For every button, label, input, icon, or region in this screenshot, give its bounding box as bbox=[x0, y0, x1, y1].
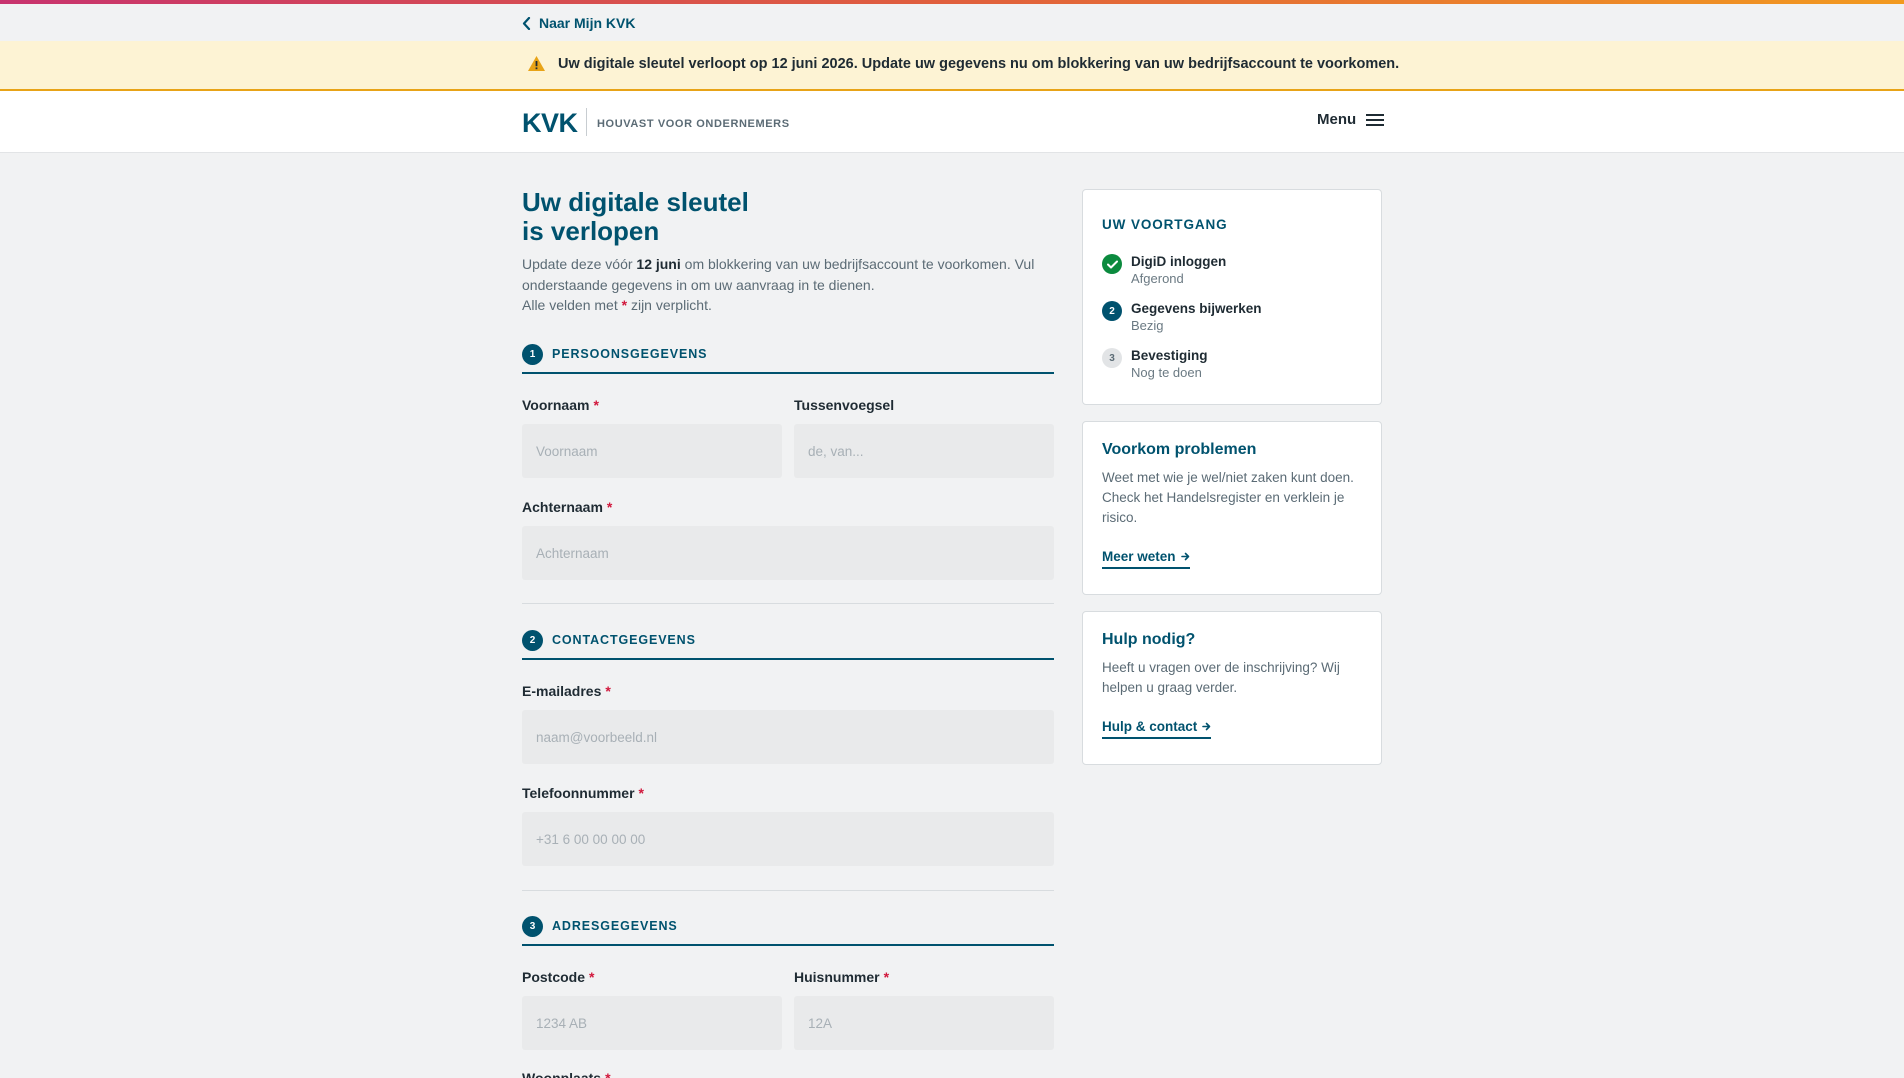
site-header: KVK HOUVAST VOOR ONDERNEMERS Menu bbox=[0, 91, 1904, 153]
header-tagline: HOUVAST VOOR ONDERNEMERS bbox=[597, 118, 790, 130]
check-icon bbox=[1106, 260, 1118, 268]
arrow-right-icon bbox=[1202, 722, 1211, 731]
woonplaats-label: Woonplaats * bbox=[522, 1070, 611, 1078]
achternaam-label: Achternaam * bbox=[522, 499, 612, 515]
link-label: Meer weten bbox=[1102, 549, 1176, 564]
email-label: E-mailadres * bbox=[522, 683, 611, 699]
telefoon-label-text: Telefoonnummer bbox=[522, 785, 635, 801]
section-divider bbox=[522, 603, 1054, 604]
achternaam-label-text: Achternaam bbox=[522, 499, 603, 515]
achternaam-input[interactable] bbox=[522, 526, 1054, 580]
alert-text-end: . Update uw gegevens nu om blokkering va… bbox=[853, 55, 1400, 72]
card-title: Hulp nodig? bbox=[1102, 631, 1196, 648]
section-title: PERSOONSGEGEVENS bbox=[552, 347, 708, 361]
logo-divider bbox=[586, 108, 587, 136]
hamburger-icon bbox=[1366, 113, 1385, 126]
section-title: ADRESGEGEVENS bbox=[552, 919, 678, 933]
alert-text: Uw digitale sleutel verloopt op 12 juni … bbox=[558, 56, 1399, 72]
postcode-label: Postcode * bbox=[522, 969, 594, 985]
woonplaats-label-text: Woonplaats bbox=[522, 1070, 602, 1078]
progress-step-bevestiging: 3 Bevestiging Nog te doen bbox=[1102, 347, 1208, 381]
meer-weten-link[interactable]: Meer weten bbox=[1102, 549, 1190, 569]
tussenvoegsel-label: Tussenvoegsel bbox=[794, 397, 895, 413]
huisnummer-input[interactable] bbox=[794, 996, 1054, 1050]
huisnummer-label-text: Huisnummer bbox=[794, 969, 880, 985]
voornaam-label: Voornaam * bbox=[522, 397, 599, 413]
menu-button[interactable]: Menu bbox=[1317, 111, 1385, 128]
menu-label: Menu bbox=[1317, 111, 1357, 128]
required-marker: * bbox=[605, 1070, 611, 1078]
tussenvoegsel-input[interactable] bbox=[794, 424, 1054, 478]
top-navigation-bar: Naar Mijn KVK bbox=[0, 4, 1904, 41]
required-marker: * bbox=[606, 499, 613, 515]
step-status: Nog te doen bbox=[1131, 365, 1202, 380]
step-status: Afgerond bbox=[1131, 271, 1184, 286]
required-marker: * bbox=[638, 785, 644, 801]
step-name: DigiD inloggen bbox=[1131, 254, 1227, 269]
section-contactgegevens: 2 CONTACTGEGEVENS bbox=[522, 630, 1054, 660]
progress-step-gegevens: 2 Gegevens bijwerken Bezig bbox=[1102, 300, 1262, 334]
warning-icon bbox=[528, 56, 545, 71]
section-adresgegevens: 3 ADRESGEGEVENS bbox=[522, 916, 1054, 946]
chevron-left-icon bbox=[522, 16, 531, 30]
step-number-badge: 3 bbox=[1102, 348, 1122, 368]
progress-step-digid: DigiD inloggen Afgerond bbox=[1102, 253, 1226, 287]
expiry-alert-banner: Uw digitale sleutel verloopt op 12 juni … bbox=[0, 41, 1904, 91]
telefoon-label: Telefoonnummer * bbox=[522, 785, 644, 801]
huisnummer-label: Huisnummer * bbox=[794, 969, 889, 985]
step-name: Gegevens bijwerken bbox=[1131, 301, 1262, 316]
section-number: 1 bbox=[522, 344, 543, 365]
step-number-badge: 2 bbox=[1102, 301, 1122, 321]
email-label-text: E-mailadres bbox=[522, 683, 602, 699]
section-title: CONTACTGEGEVENS bbox=[552, 633, 696, 647]
step-status: Bezig bbox=[1131, 318, 1164, 333]
progress-title: UW VOORTGANG bbox=[1102, 217, 1228, 232]
voornaam-label-text: Voornaam bbox=[522, 397, 590, 413]
card-text: Heeft u vragen over de inschrijving? Wij… bbox=[1102, 660, 1340, 695]
page-title-line-2: is verlopen bbox=[522, 216, 660, 246]
page-title-line-1: Uw digitale sleutel bbox=[522, 187, 749, 217]
intro-date: 12 juni bbox=[636, 256, 681, 272]
voornaam-input[interactable] bbox=[522, 424, 782, 478]
link-label: Hulp & contact bbox=[1102, 719, 1198, 734]
kvk-logo[interactable]: KVK bbox=[522, 108, 578, 139]
section-number: 2 bbox=[522, 630, 543, 651]
required-marker: * bbox=[883, 969, 890, 985]
arrow-right-icon bbox=[1180, 552, 1189, 561]
required-marker: * bbox=[593, 397, 599, 413]
required-marker: * bbox=[589, 969, 595, 985]
intro-text-3: Alle velden met bbox=[522, 297, 622, 313]
postcode-input[interactable] bbox=[522, 996, 782, 1050]
section-number: 3 bbox=[522, 916, 543, 937]
telefoon-input[interactable] bbox=[522, 812, 1054, 866]
postcode-label-text: Postcode bbox=[522, 969, 586, 985]
alert-date: 12 juni 2026 bbox=[771, 55, 854, 72]
intro-text-4: zijn verplicht. bbox=[627, 297, 712, 313]
required-marker: * bbox=[605, 683, 611, 699]
back-to-mijn-kvk-link[interactable]: Naar Mijn KVK bbox=[522, 15, 635, 31]
section-persoonsgegevens: 1 PERSOONSGEGEVENS bbox=[522, 344, 1054, 374]
hulp-contact-link[interactable]: Hulp & contact bbox=[1102, 719, 1212, 739]
step-done-badge bbox=[1102, 254, 1122, 274]
card-text: Weet met wie je wel/niet zaken kunt doen… bbox=[1102, 470, 1354, 525]
progress-card: UW VOORTGANG DigiD inloggen Afgerond 2 G… bbox=[1082, 189, 1382, 405]
back-link-label: Naar Mijn KVK bbox=[539, 15, 636, 31]
email-input[interactable] bbox=[522, 710, 1054, 764]
alert-text-start: Uw digitale sleutel verloopt op bbox=[558, 55, 772, 72]
prevent-problems-card: Voorkom problemen Weet met wie je wel/ni… bbox=[1082, 421, 1382, 595]
section-divider bbox=[522, 890, 1054, 891]
page-title: Uw digitale sleutel is verlopen bbox=[522, 188, 822, 246]
page-intro: Update deze vóór 12 juni om blokkering v… bbox=[522, 254, 1042, 316]
card-title: Voorkom problemen bbox=[1102, 441, 1257, 458]
intro-text-1: Update deze vóór bbox=[522, 256, 637, 272]
step-name: Bevestiging bbox=[1131, 348, 1208, 363]
help-card: Hulp nodig? Heeft u vragen over de insch… bbox=[1082, 611, 1382, 765]
